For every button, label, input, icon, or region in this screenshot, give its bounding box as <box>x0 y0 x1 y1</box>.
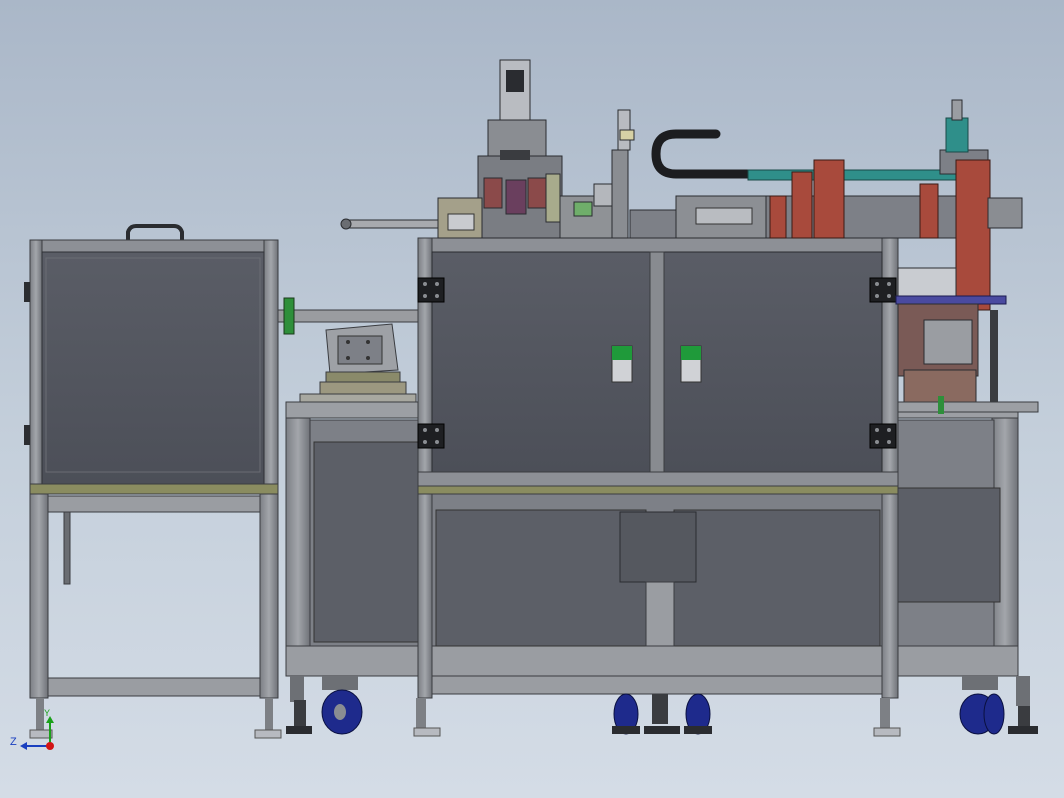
transfer-assembly <box>559 109 677 239</box>
cable-chain <box>651 129 965 179</box>
x-axis-dot <box>46 742 54 750</box>
triad-axes <box>20 716 54 750</box>
left-cabinet <box>24 224 282 739</box>
cylinder-rod <box>340 197 483 239</box>
view-orientation-triad[interactable]: Y Z <box>10 708 62 756</box>
cad-viewport[interactable] <box>0 0 1064 798</box>
press-unit <box>477 59 563 239</box>
z-axis-label: Z <box>10 736 17 748</box>
y-axis-label: Y <box>44 708 51 718</box>
main-cabinet <box>417 237 899 699</box>
conveyor-bridge <box>277 297 419 403</box>
